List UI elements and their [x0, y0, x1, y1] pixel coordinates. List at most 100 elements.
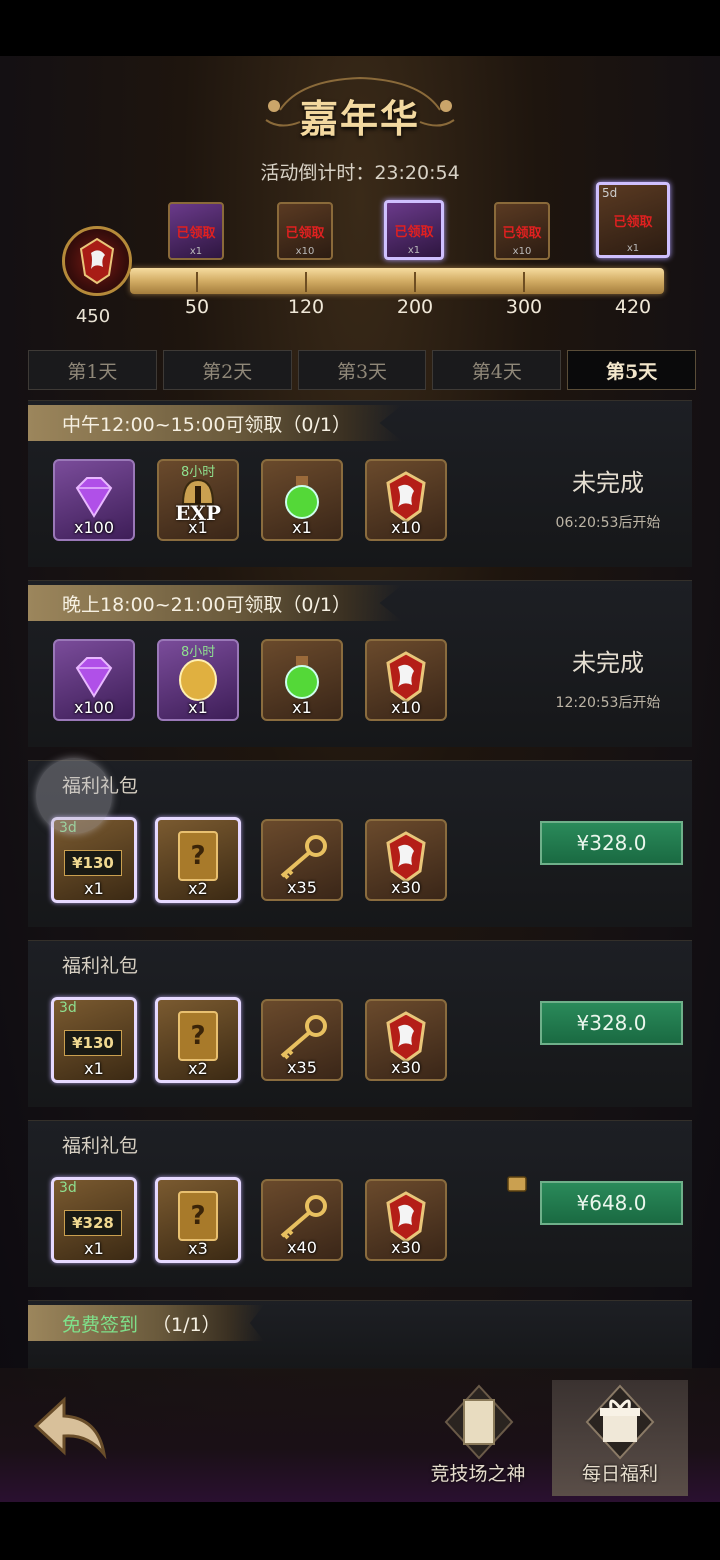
golden-key-icon — [263, 1189, 341, 1245]
reward-qty: x3 — [188, 1239, 208, 1258]
noon-reward-panel: 中午12:00~15:00可领取（0/1） x100 8小时 EXP x1 x1… — [28, 400, 692, 567]
evening-status: 未完成 12:20:53后开始 — [508, 643, 708, 712]
reward-item[interactable]: 8小时 x1 — [157, 639, 239, 721]
buy-button[interactable]: ¥328.0 — [540, 1001, 683, 1045]
nav-tab-arena[interactable]: 竞技场之神 — [410, 1380, 546, 1496]
card-328-icon: ¥328 — [64, 1210, 122, 1236]
reward-qty: x100 — [73, 698, 114, 717]
start-countdown: 12:20:53后开始 — [555, 695, 661, 711]
reward-qty: x1 — [407, 245, 421, 256]
reward-qty: x10 — [512, 246, 532, 257]
milestone-value: 300 — [505, 296, 543, 318]
reward-qty: x30 — [391, 1058, 421, 1077]
reward-qty: x1 — [292, 518, 312, 537]
reward-item[interactable]: 8小时 EXP x1 — [157, 459, 239, 541]
milestone-reward-120[interactable]: 已领取 x10 — [277, 202, 333, 260]
reward-qty: x10 — [295, 246, 315, 257]
milestone-value: 50 — [184, 296, 210, 318]
potion-icon — [263, 649, 341, 705]
buy-button[interactable]: ¥648.0 — [540, 1181, 683, 1225]
dragon-crest-icon — [367, 1189, 445, 1245]
reward-item[interactable]: x35 — [261, 999, 343, 1081]
dragon-crest-icon — [367, 649, 445, 705]
reward-item[interactable]: x1 — [261, 639, 343, 721]
golden-key-icon — [263, 1009, 341, 1065]
claimed-label: 已领取 — [502, 226, 542, 241]
reward-item[interactable]: x35 — [261, 819, 343, 901]
gift-icon — [585, 1384, 655, 1460]
reward-item[interactable]: x40 — [261, 1179, 343, 1261]
touch-indicator — [36, 758, 112, 834]
reward-qty: x100 — [73, 518, 114, 537]
reward-qty: x35 — [287, 878, 317, 897]
dragon-crest-icon — [367, 1009, 445, 1065]
gift-pack-panel: 福利礼包 3d ¥130 x1 ? x2 x35 x30 ¥328.0 — [28, 940, 692, 1107]
dragon-crest-icon — [367, 829, 445, 885]
svg-text:?: ? — [190, 1021, 205, 1051]
gift-pack-panel: 福利礼包 3d ¥130 x1 ? x2 x35 x30 ¥328.0 — [28, 760, 692, 927]
track-divider — [305, 272, 307, 292]
reward-item[interactable]: 3d ¥130 x1 — [51, 997, 137, 1083]
milestone-value: 200 — [396, 296, 434, 318]
reward-qty: x1 — [84, 879, 104, 898]
pack-title: 福利礼包 — [62, 1135, 139, 1157]
reward-qty: x1 — [188, 518, 208, 537]
milestone-value: 420 — [614, 296, 652, 318]
reward-item[interactable]: ? x3 — [155, 1177, 241, 1263]
free-checkin-panel: 免费签到 （1/1） — [28, 1300, 692, 1369]
reward-timer: 5d — [602, 186, 618, 200]
svg-text:?: ? — [190, 1201, 205, 1231]
potion-icon — [263, 469, 341, 525]
track-divider — [414, 272, 416, 292]
reward-qty: x10 — [391, 698, 421, 717]
nav-tab-daily[interactable]: 每日福利 — [552, 1380, 688, 1496]
status-text: 未完成 — [572, 469, 644, 497]
free-checkin-ribbon: 免费签到 （1/1） — [28, 1305, 264, 1341]
buy-button[interactable]: ¥328.0 — [540, 821, 683, 865]
mystery-book-icon: ? — [158, 1008, 238, 1064]
tab-day-1[interactable]: 第1天 — [28, 350, 157, 390]
dragon-crest-icon — [367, 469, 445, 525]
card-130-icon: ¥130 — [64, 1030, 122, 1056]
reward-item[interactable]: x100 — [53, 459, 135, 541]
reward-qty: x2 — [188, 879, 208, 898]
nav-label: 竞技场之神 — [430, 1463, 526, 1485]
track-divider — [523, 272, 525, 292]
progress-badge-icon — [62, 226, 132, 296]
reward-item[interactable]: x10 — [365, 459, 447, 541]
free-checkin-label: 免费签到 — [62, 1313, 139, 1336]
evening-reward-panel: 晚上18:00~21:00可领取（0/1） x100 8小时 x1 x1 x10… — [28, 580, 692, 747]
tab-day-2[interactable]: 第2天 — [162, 350, 292, 390]
nav-bar-spacer — [0, 1502, 720, 1560]
milestone-reward-200[interactable]: 已领取 x1 — [384, 200, 444, 260]
evening-ribbon: 晚上18:00~21:00可领取（0/1） — [28, 585, 402, 621]
page-title: 嘉年华 — [299, 96, 420, 141]
milestone-reward-50[interactable]: 已领取 x1 — [168, 202, 224, 260]
svg-text:?: ? — [190, 841, 205, 871]
milestone-reward-300[interactable]: 已领取 x10 — [494, 202, 550, 260]
reward-item[interactable]: x100 — [53, 639, 135, 721]
reward-qty: x30 — [391, 878, 421, 897]
reward-item[interactable]: x30 — [365, 819, 447, 901]
duration-tag: 3d — [59, 1180, 77, 1196]
reward-item[interactable]: x30 — [365, 999, 447, 1081]
reward-qty: x1 — [84, 1059, 104, 1078]
nav-label: 每日福利 — [581, 1463, 658, 1485]
tab-day-3[interactable]: 第3天 — [297, 350, 427, 390]
reward-item[interactable]: x30 — [365, 1179, 447, 1261]
reward-item[interactable]: ? x2 — [155, 817, 241, 903]
gem-icon — [55, 649, 133, 705]
reward-item[interactable]: 3d ¥328 x1 — [51, 1177, 137, 1263]
back-arrow-icon[interactable] — [28, 1388, 114, 1468]
tab-day-4[interactable]: 第4天 — [432, 350, 562, 390]
pack-title: 福利礼包 — [62, 955, 139, 977]
reward-item[interactable]: ? x2 — [155, 997, 241, 1083]
tab-day-5[interactable]: 第5天 — [567, 350, 696, 390]
reward-item[interactable]: x10 — [365, 639, 447, 721]
milestone-reward-420[interactable]: 5d 已领取 x1 — [596, 182, 670, 258]
claimed-label: 已领取 — [285, 226, 325, 241]
gift-pack-panel: 福利礼包 3d ¥328 x1 ? x3 x40 x30 ¥648.0 — [28, 1120, 692, 1287]
reward-qty: x40 — [287, 1238, 317, 1257]
reward-item[interactable]: x1 — [261, 459, 343, 541]
noon-status: 未完成 06:20:53后开始 — [508, 463, 708, 532]
